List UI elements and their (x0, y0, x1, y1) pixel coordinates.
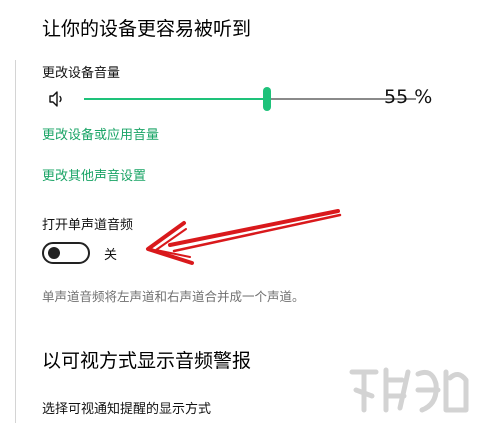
speaker-icon (49, 91, 62, 107)
mono-audio-description: 单声道音频将左声道和右声道合并成一个声道。 (42, 289, 305, 304)
toggle-knob (48, 247, 60, 259)
other-sound-settings-link[interactable]: 更改其他声音设置 (42, 165, 146, 184)
red-arrow-annotation (146, 209, 342, 265)
volume-slider-thumb[interactable] (263, 87, 271, 111)
volume-label: 更改设备音量 (42, 66, 121, 81)
mono-audio-state: 关 (104, 248, 118, 263)
settings-page: 让你的设备更容易被听到 更改设备音量 55 % 更改设备或应用音量 更改其他声音… (0, 0, 480, 423)
mono-audio-label: 打开单声道音频 (42, 218, 134, 233)
volume-value: 55 % (384, 86, 433, 108)
volume-slider[interactable] (84, 87, 416, 111)
visual-notify-label: 选择可视通知提醒的显示方式 (42, 402, 212, 417)
change-app-volume-link[interactable]: 更改设备或应用音量 (42, 124, 159, 143)
watermark-logo (349, 367, 469, 413)
section-title-hearing: 让你的设备更容易被听到 (42, 18, 252, 40)
volume-slider-fill (84, 98, 267, 100)
volume-row: 55 % (42, 86, 442, 112)
mono-audio-toggle[interactable] (42, 242, 90, 264)
left-divider (15, 60, 16, 423)
section-title-visual-alerts: 以可视方式显示音频警报 (42, 350, 252, 372)
